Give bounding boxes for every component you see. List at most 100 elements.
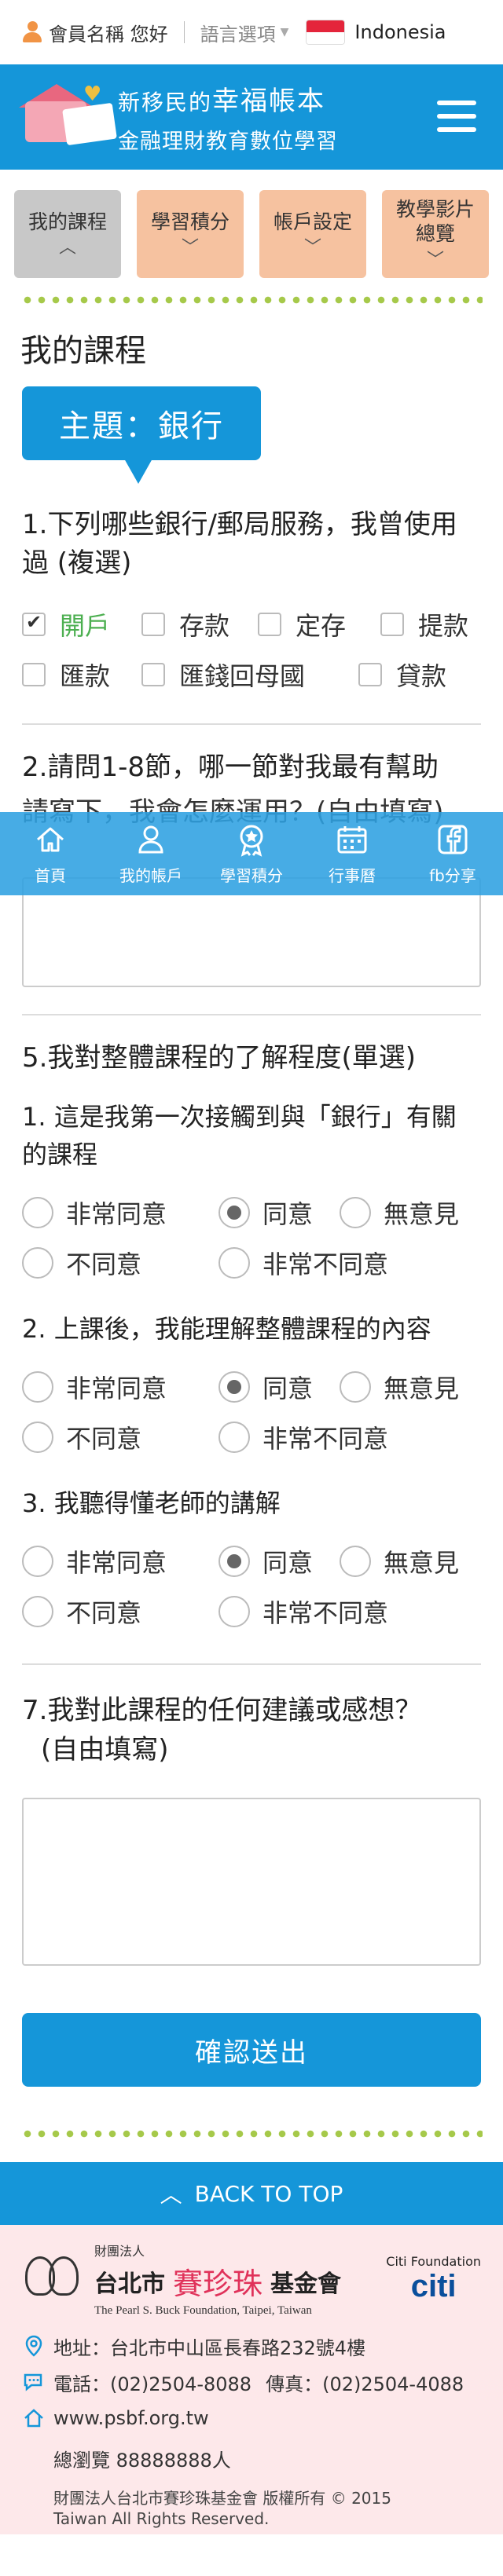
radio-button[interactable] <box>22 1371 53 1403</box>
back-to-top-label: BACK TO TOP <box>194 2180 343 2207</box>
radio-strongly-disagree[interactable]: 非常不同意 <box>218 1419 388 1455</box>
visit-counter: 總瀏覽 88888888人 <box>53 2450 231 2472</box>
facebook-icon <box>438 825 468 854</box>
dotted-divider <box>20 295 483 305</box>
menu-icon[interactable] <box>437 101 476 132</box>
dotted-divider <box>20 2129 483 2139</box>
radio-button-selected[interactable] <box>218 1546 250 1578</box>
back-to-top-button[interactable]: ︿ BACK TO TOP <box>0 2162 503 2226</box>
radio-agree[interactable]: 同意 <box>218 1195 340 1231</box>
radio-button[interactable] <box>22 1197 53 1229</box>
site-title: 新移民的幸福帳本 金融理財教育數位學習 <box>118 79 338 155</box>
question-7-subtitle: (自由填寫) <box>41 1733 169 1766</box>
indonesia-flag-icon[interactable] <box>306 20 346 45</box>
radio-strongly-agree[interactable]: 非常同意 <box>22 1195 218 1231</box>
radio-label: 非常不同意 <box>263 1598 389 1629</box>
radio-button-selected[interactable] <box>218 1197 250 1229</box>
foundation-logo[interactable]: 財團法人 台北市 賽珍珠 基金會 The Pearl S. Buck Foundat… <box>22 2241 341 2318</box>
radio-agree[interactable]: 同意 <box>218 1543 340 1579</box>
radio-disagree[interactable]: 不同意 <box>22 1419 218 1455</box>
phone-chat-icon <box>24 2373 42 2391</box>
tab-label: 我的課程 <box>28 210 107 233</box>
radio-disagree[interactable]: 不同意 <box>22 1594 218 1630</box>
radio-label: 非常同意 <box>66 1199 167 1230</box>
radio-button[interactable] <box>218 1422 250 1454</box>
checkbox[interactable] <box>258 612 281 636</box>
member-greeting-label: 會員名稱 您好 <box>49 23 168 46</box>
radio-label: 同意 <box>263 1548 314 1579</box>
radio-no-opinion[interactable]: 無意見 <box>340 1369 459 1405</box>
phone-text: 電話：(02)2504-8088 <box>53 2373 252 2395</box>
divider <box>183 21 185 43</box>
divider <box>22 723 481 725</box>
radio-button[interactable] <box>340 1546 371 1578</box>
radio-strongly-agree[interactable]: 非常同意 <box>22 1543 218 1579</box>
site-header: ♥ 新移民的幸福帳本 金融理財教育數位學習 <box>0 64 503 170</box>
site-logo[interactable]: ♥ <box>19 79 117 155</box>
nav-learning-points[interactable]: 學習積分 <box>204 822 299 886</box>
tab-my-courses[interactable]: 我的課程 ︿ <box>14 190 121 278</box>
checkbox[interactable] <box>141 662 165 686</box>
checkbox-withdraw[interactable]: 提款 <box>380 606 468 642</box>
tab-account-settings[interactable]: 帳戶設定 ﹀ <box>259 190 366 278</box>
checkbox[interactable] <box>380 612 404 636</box>
radio-no-opinion[interactable]: 無意見 <box>340 1195 459 1231</box>
checkbox[interactable] <box>141 612 165 636</box>
radio-button[interactable] <box>22 1247 53 1279</box>
language-select[interactable]: 語言選項 ▼ <box>200 19 289 46</box>
website-line[interactable]: www.psbf.org.tw <box>22 2406 481 2431</box>
radio-button-selected[interactable] <box>218 1371 250 1403</box>
website-link[interactable]: www.psbf.org.tw <box>53 2407 209 2429</box>
user-icon <box>138 825 163 853</box>
title-prefix: 新移民的 <box>118 90 213 115</box>
tab-video-overview[interactable]: 教學影片 總覽 ﹀ <box>382 190 489 278</box>
radio-agree[interactable]: 同意 <box>218 1369 340 1405</box>
radio-button[interactable] <box>218 1247 250 1279</box>
radio-disagree[interactable]: 不同意 <box>22 1245 218 1281</box>
nav-my-account[interactable]: 我的帳戶 <box>104 822 198 886</box>
nav-label: 學習積分 <box>220 865 283 885</box>
question-7-answer-field[interactable] <box>22 1798 481 1967</box>
course-tabs: 我的課程 ︿ 學習積分 ﹀ 帳戶設定 ﹀ 教學影片 總覽 ﹀ <box>0 190 503 278</box>
nav-calendar[interactable]: 行事曆 <box>305 822 399 886</box>
nav-home[interactable]: 首頁 <box>3 822 97 886</box>
radio-button[interactable] <box>218 1596 250 1628</box>
member-greeting[interactable]: 會員名稱 您好 <box>22 19 168 46</box>
radio-button[interactable] <box>22 1422 53 1454</box>
checkbox[interactable] <box>358 662 382 686</box>
checkbox-remittance[interactable]: 匯款 <box>22 657 141 693</box>
title-main: 幸福帳本 <box>212 86 326 117</box>
checkbox-loan[interactable]: 貸款 <box>358 657 446 693</box>
checkbox-checked[interactable] <box>22 611 46 636</box>
radio-strongly-agree[interactable]: 非常同意 <box>22 1369 218 1405</box>
home-icon <box>37 827 64 851</box>
checkbox-open-account[interactable]: 開戶 <box>22 606 141 642</box>
submit-button[interactable]: 確認送出 <box>22 2013 481 2088</box>
checkbox-deposit[interactable]: 存款 <box>141 606 258 642</box>
checkbox-remit-home[interactable]: 匯錢回母國 <box>141 657 358 693</box>
radio-button[interactable] <box>340 1371 371 1403</box>
radio-label: 無意見 <box>384 1374 460 1404</box>
nav-label: 行事曆 <box>329 865 376 885</box>
caret-down-icon: ▼ <box>280 26 289 38</box>
radio-button[interactable] <box>22 1596 53 1628</box>
tab-learning-points[interactable]: 學習積分 ﹀ <box>137 190 244 278</box>
radio-button[interactable] <box>22 1546 53 1578</box>
badge-icon <box>240 825 263 857</box>
option-label: 開戶 <box>60 610 111 641</box>
nav-fb-share[interactable]: fb分享 <box>406 822 500 886</box>
question-1-title: 1.下列哪些銀行/郵局服務，我曾使用過 (複選) <box>22 509 457 580</box>
org-city: 台北市 <box>94 2270 165 2298</box>
chevron-down-icon: ﹀ <box>426 250 444 270</box>
checkbox-time-deposit[interactable]: 定存 <box>258 606 380 642</box>
checkbox[interactable] <box>22 662 46 686</box>
tab-label: 學習積分 <box>150 210 229 233</box>
radio-strongly-disagree[interactable]: 非常不同意 <box>218 1594 388 1630</box>
fax-text: 傳真：(02)2504-4088 <box>266 2373 464 2395</box>
radio-strongly-disagree[interactable]: 非常不同意 <box>218 1245 388 1281</box>
radio-no-opinion[interactable]: 無意見 <box>340 1543 459 1579</box>
radio-button[interactable] <box>340 1197 371 1229</box>
citi-foundation-logo[interactable]: Citi Foundation citi <box>386 2254 481 2304</box>
citi-wordmark: citi <box>410 2269 457 2304</box>
language-current[interactable]: Indonesia <box>354 21 446 43</box>
